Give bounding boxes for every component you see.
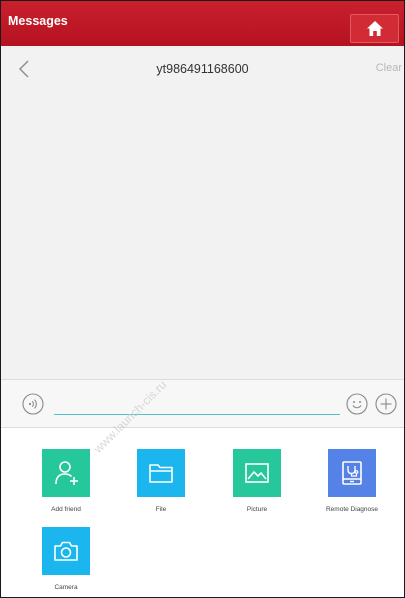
add-friend-label: Add friend [51, 506, 81, 513]
remote-diagnose-button[interactable]: Remote Diagnose [307, 449, 397, 513]
picture-label: Picture [246, 506, 268, 513]
app-title: Messages [8, 14, 68, 28]
clear-button[interactable]: Clear [376, 62, 402, 74]
plus-icon[interactable] [375, 393, 397, 415]
add-friend-icon [42, 449, 90, 497]
voice-icon[interactable] [22, 393, 44, 415]
chat-header: yt986491168600 Clear [1, 46, 404, 90]
chat-title: yt986491168600 [156, 62, 249, 76]
input-bar [1, 379, 404, 428]
picture-icon [233, 449, 281, 497]
message-list [1, 90, 404, 379]
folder-icon [137, 449, 185, 497]
attachment-panel: Add friend File Picture Remote Diagnose … [1, 428, 404, 597]
add-friend-button[interactable]: Add friend [21, 449, 111, 513]
remote-diagnose-icon [328, 449, 376, 497]
app-window: Messages yt986491168600 Clear Add friend… [0, 0, 405, 598]
emoji-icon[interactable] [346, 393, 368, 415]
camera-button[interactable]: Camera [21, 527, 111, 591]
camera-label: Camera [54, 584, 78, 591]
home-icon [366, 21, 383, 36]
file-button[interactable]: File [116, 449, 206, 513]
picture-button[interactable]: Picture [212, 449, 302, 513]
message-input[interactable] [54, 391, 340, 415]
camera-icon [42, 527, 90, 575]
remote-diagnose-label: Remote Diagnose [325, 506, 379, 513]
file-label: File [155, 506, 167, 513]
home-button[interactable] [350, 14, 399, 43]
top-bar: Messages [1, 1, 404, 46]
